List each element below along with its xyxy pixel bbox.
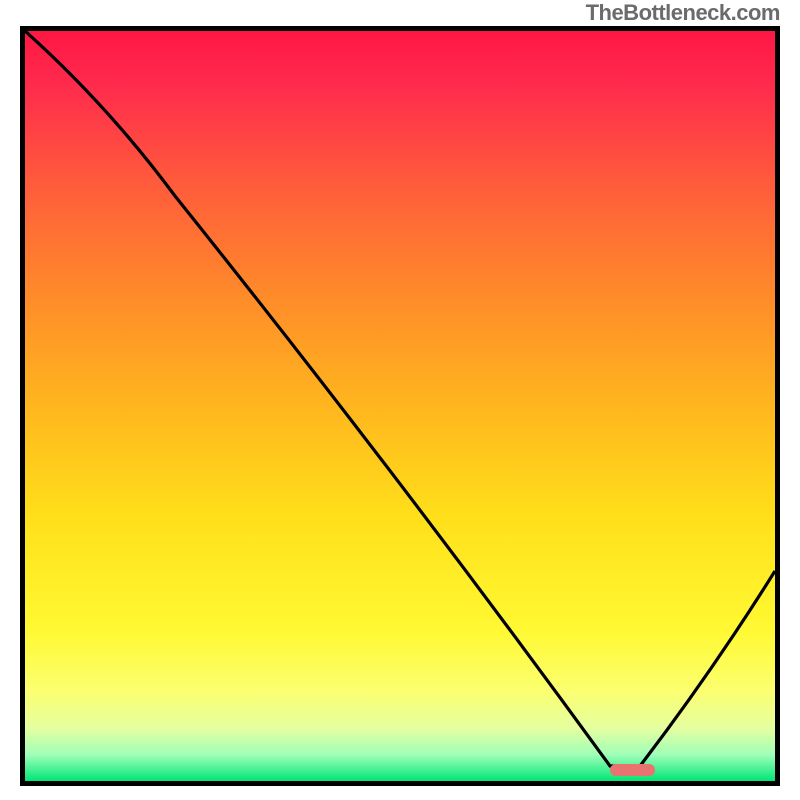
curve-layer: [25, 31, 775, 781]
watermark-text: TheBottleneck.com: [586, 0, 780, 26]
bottleneck-curve: [25, 31, 775, 766]
chart-plot-area: [20, 26, 780, 786]
optimal-range-marker: [610, 764, 655, 776]
